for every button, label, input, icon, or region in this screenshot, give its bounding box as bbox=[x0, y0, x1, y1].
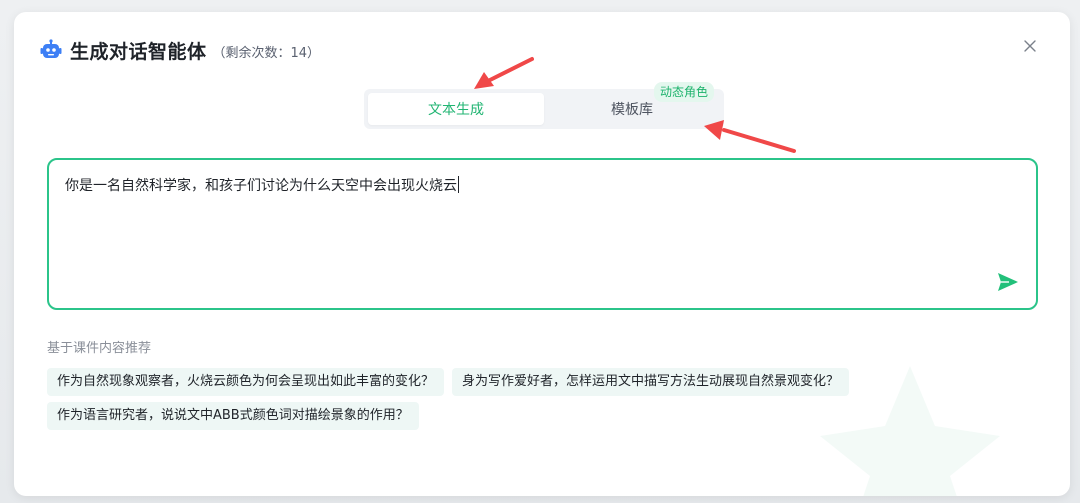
tab-label: 模板库 bbox=[611, 102, 653, 118]
dynamic-role-badge: 动态角色 bbox=[654, 82, 715, 102]
recommend-chip[interactable]: 作为自然现象观察者，火烧云颜色为何会呈现出如此丰富的变化？ bbox=[47, 368, 445, 396]
recommend-chip[interactable]: 作为语言研究者，说说文中ABB式颜色词对描绘景象的作用？ bbox=[47, 402, 419, 430]
dialog-header: 生成对话智能体 （剩余次数：14） bbox=[40, 36, 320, 64]
annotation-arrow-text-tab bbox=[474, 57, 534, 89]
tab-text-generate[interactable]: 文本生成 bbox=[368, 93, 544, 125]
recommend-chip[interactable]: 身为写作爱好者，怎样运用文中描写方法生动展现自然景观变化？ bbox=[452, 368, 850, 396]
send-button[interactable] bbox=[996, 270, 1020, 294]
generate-agent-dialog: 生成对话智能体 （剩余次数：14） 文本生成 模板库 动态角色 你是一名自然科学… bbox=[14, 12, 1070, 496]
tab-label: 文本生成 bbox=[428, 102, 484, 118]
recommend-list: 作为自然现象观察者，火烧云颜色为何会呈现出如此丰富的变化？ 身为写作爱好者，怎样… bbox=[47, 368, 947, 430]
prompt-text[interactable]: 你是一名自然科学家，和孩子们讨论为什么天空中会出现火烧云 bbox=[65, 176, 459, 196]
recommend-label: 基于课件内容推荐 bbox=[47, 341, 152, 356]
text-caret bbox=[458, 176, 459, 193]
close-icon bbox=[1024, 40, 1036, 52]
close-button[interactable] bbox=[1020, 36, 1040, 56]
dialog-title: 生成对话智能体 bbox=[70, 40, 207, 63]
prompt-input[interactable]: 你是一名自然科学家，和孩子们讨论为什么天空中会出现火烧云 bbox=[47, 158, 1038, 310]
send-icon bbox=[998, 273, 1018, 291]
remaining-count: （剩余次数：14） bbox=[212, 46, 321, 61]
robot-icon bbox=[40, 39, 62, 61]
